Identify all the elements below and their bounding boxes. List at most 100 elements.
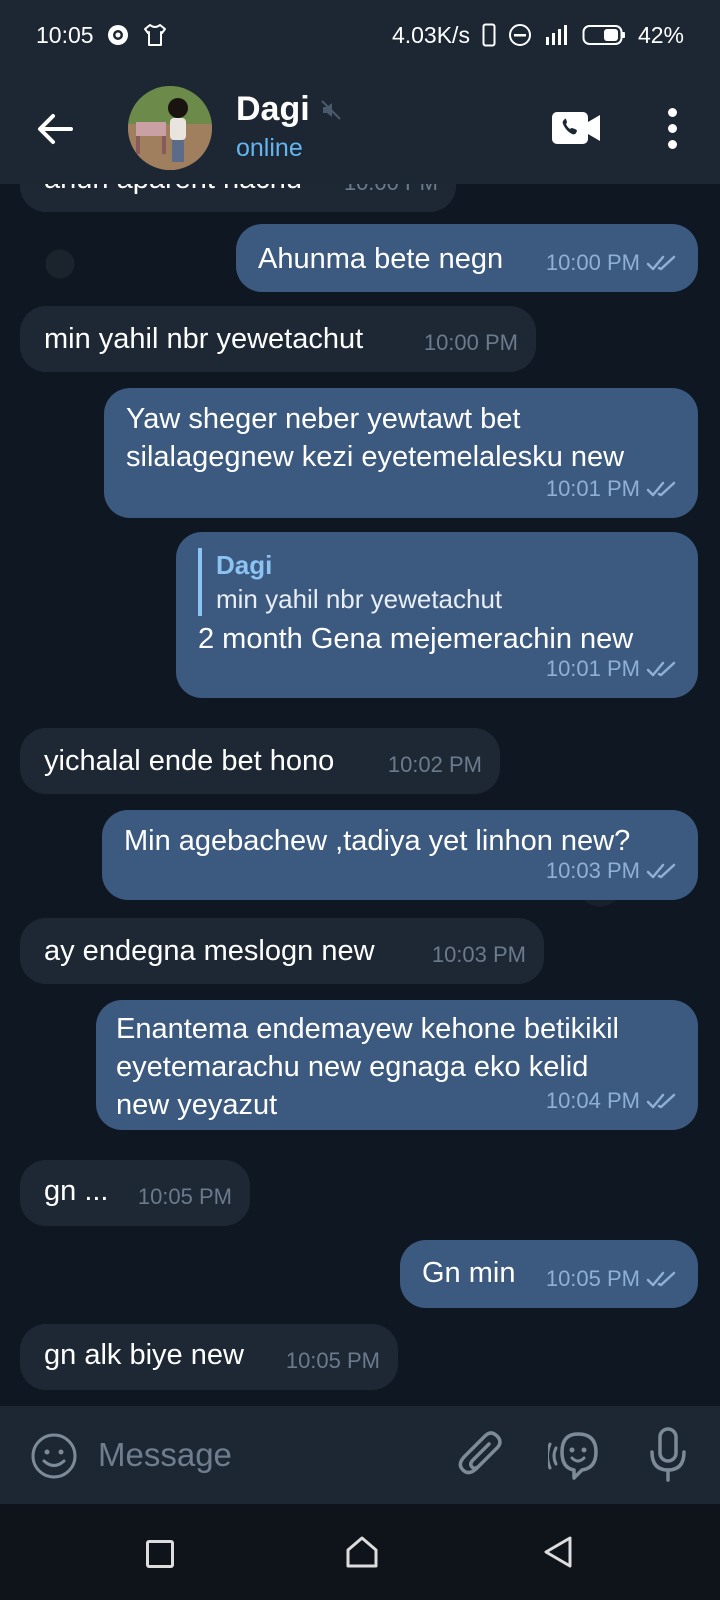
message-time: 10:00 PM (423, 330, 518, 355)
message-meta: 10:01 PM (546, 650, 680, 688)
message-meta: 10:00 PM (424, 324, 518, 362)
message-meta: 10:05 PM (546, 1260, 680, 1298)
avatar[interactable] (128, 86, 212, 170)
message-incoming[interactable]: ahuh aparent nachu 10:00 PM (20, 184, 456, 212)
message-outgoing-reply[interactable]: Dagi min yahil nbr yewetachut 2 month Ge… (176, 532, 698, 698)
message-incoming[interactable]: ay endegna meslogn new 10:03 PM (20, 918, 544, 984)
muted-speaker-icon (320, 99, 341, 120)
system-navigation-bar (0, 1504, 720, 1600)
dot-icon (667, 107, 677, 117)
reply-text: min yahil nbr yewetachut (216, 584, 503, 614)
message-outgoing[interactable]: Min agebachew ,tadiya yet linhon new? 10… (102, 810, 698, 900)
message-outgoing[interactable]: Enantema endemayew kehone betikikil eyet… (96, 1000, 698, 1130)
message-text: gn ... (44, 1175, 109, 1207)
reply-quote[interactable]: Dagi min yahil nbr yewetachut (198, 548, 502, 616)
video-call-icon (552, 112, 600, 144)
status-bar-right: 4.03K/s 42% (392, 22, 684, 49)
message-time: 10:05 PM (285, 1348, 380, 1373)
reply-author: Dagi (216, 550, 273, 580)
double-check-read-icon (646, 255, 676, 271)
message-meta: 10:00 PM (344, 184, 438, 202)
message-meta: 10:00 PM (546, 244, 680, 282)
dot-icon (667, 123, 677, 133)
message-incoming[interactable]: gn alk biye new 10:05 PM (20, 1324, 398, 1390)
paperclip-icon (458, 1431, 502, 1475)
voice-chat-button[interactable] (546, 1428, 606, 1482)
message-time: 10:03 PM (431, 942, 526, 967)
home-icon (346, 1536, 378, 1568)
chat-header: Dagi online (0, 70, 720, 184)
message-time: 10:01 PM (545, 476, 640, 501)
message-text-line-3: new yeyazut (116, 1089, 278, 1121)
message-time: 10:01 PM (545, 656, 640, 681)
message-outgoing[interactable]: Ahunma bete negn 10:00 PM (236, 224, 698, 292)
message-meta: 10:02 PM (388, 746, 482, 784)
message-meta: 10:03 PM (546, 852, 680, 890)
home-button[interactable] (344, 1534, 380, 1570)
message-time: 10:00 PM (344, 184, 438, 202)
message-meta: 10:04 PM (546, 1082, 680, 1120)
network-speed: 4.03K/s (391, 21, 470, 48)
double-check-read-icon (646, 1271, 676, 1287)
message-text: Gn min (422, 1257, 516, 1289)
message-incoming[interactable]: yichalal ende bet hono 10:02 PM (20, 728, 500, 794)
microphone-button[interactable] (648, 1426, 688, 1484)
sticker-voice-icon (546, 1432, 598, 1480)
message-time: 10:04 PM (545, 1088, 640, 1113)
message-time: 10:05 PM (137, 1184, 232, 1209)
microphone-icon (650, 1427, 686, 1482)
message-text-line-1: Yaw sheger neber yewtawt bet (126, 403, 521, 435)
message-outgoing[interactable]: Gn min 10:05 PM (400, 1240, 698, 1308)
shirt-notification-icon (142, 23, 168, 47)
message-text: min yahil nbr yewetachut (44, 323, 364, 355)
signal-icon (544, 23, 570, 47)
message-text-line-1: Enantema endemayew kehone betikikil (116, 1013, 619, 1045)
dot-icon (667, 139, 677, 149)
chat-messages-list[interactable]: ahuh aparent nachu 10:00 PM Ahunma bete … (0, 184, 720, 1406)
message-meta: 10:05 PM (286, 1342, 380, 1380)
arrow-left-icon (38, 114, 73, 144)
message-time: 10:05 PM (545, 1266, 640, 1291)
system-back-button[interactable] (542, 1534, 574, 1570)
message-incoming[interactable]: min yahil nbr yewetachut 10:00 PM (20, 306, 536, 372)
messenger-notification-icon (106, 23, 130, 47)
peer-name: Dagi (236, 90, 310, 128)
peer-status: online (236, 134, 303, 162)
message-input[interactable] (98, 1430, 428, 1480)
message-text: ay endegna meslogn new (44, 935, 375, 967)
video-call-button[interactable] (550, 106, 602, 150)
message-time: 10:03 PM (545, 858, 640, 883)
message-text-line-2: eyetemarachu new egnaga eko kelid (116, 1051, 589, 1083)
status-bar: 10:05 4.03K/s 42% (0, 0, 720, 70)
double-check-read-icon (646, 661, 676, 677)
chat-title[interactable]: Dagi (236, 90, 342, 129)
battery-icon (582, 23, 626, 47)
message-outgoing[interactable]: Yaw sheger neber yewtawt bet silalagegne… (104, 388, 698, 518)
smiley-icon (31, 1433, 77, 1479)
recents-button[interactable] (146, 1540, 174, 1568)
emoji-button[interactable] (30, 1432, 78, 1480)
message-meta: 10:05 PM (138, 1178, 232, 1216)
message-incoming[interactable]: gn ... 10:05 PM (20, 1160, 250, 1226)
double-check-read-icon (646, 863, 676, 879)
message-meta: 10:01 PM (546, 470, 680, 508)
profile-photo-image (128, 86, 212, 170)
more-options-button[interactable] (654, 100, 690, 156)
message-text: Ahunma bete negn (258, 243, 504, 275)
message-time: 10:00 PM (545, 250, 640, 275)
do-not-disturb-icon (508, 23, 532, 47)
message-text: yichalal ende bet hono (44, 745, 335, 777)
attach-button[interactable] (455, 1428, 507, 1482)
battery-percent: 42% (637, 21, 684, 48)
double-check-read-icon (646, 1093, 676, 1109)
message-composer (0, 1406, 720, 1504)
status-bar-left: 10:05 (36, 22, 168, 49)
message-text: gn alk biye new (44, 1339, 244, 1371)
triangle-back-icon (544, 1536, 572, 1568)
double-check-read-icon (646, 481, 676, 497)
back-button[interactable] (30, 104, 80, 154)
message-time: 10:02 PM (387, 752, 482, 777)
message-text: ahuh aparent nachu (44, 184, 302, 198)
phone-outline-icon (482, 23, 496, 47)
status-time: 10:05 (36, 21, 94, 48)
